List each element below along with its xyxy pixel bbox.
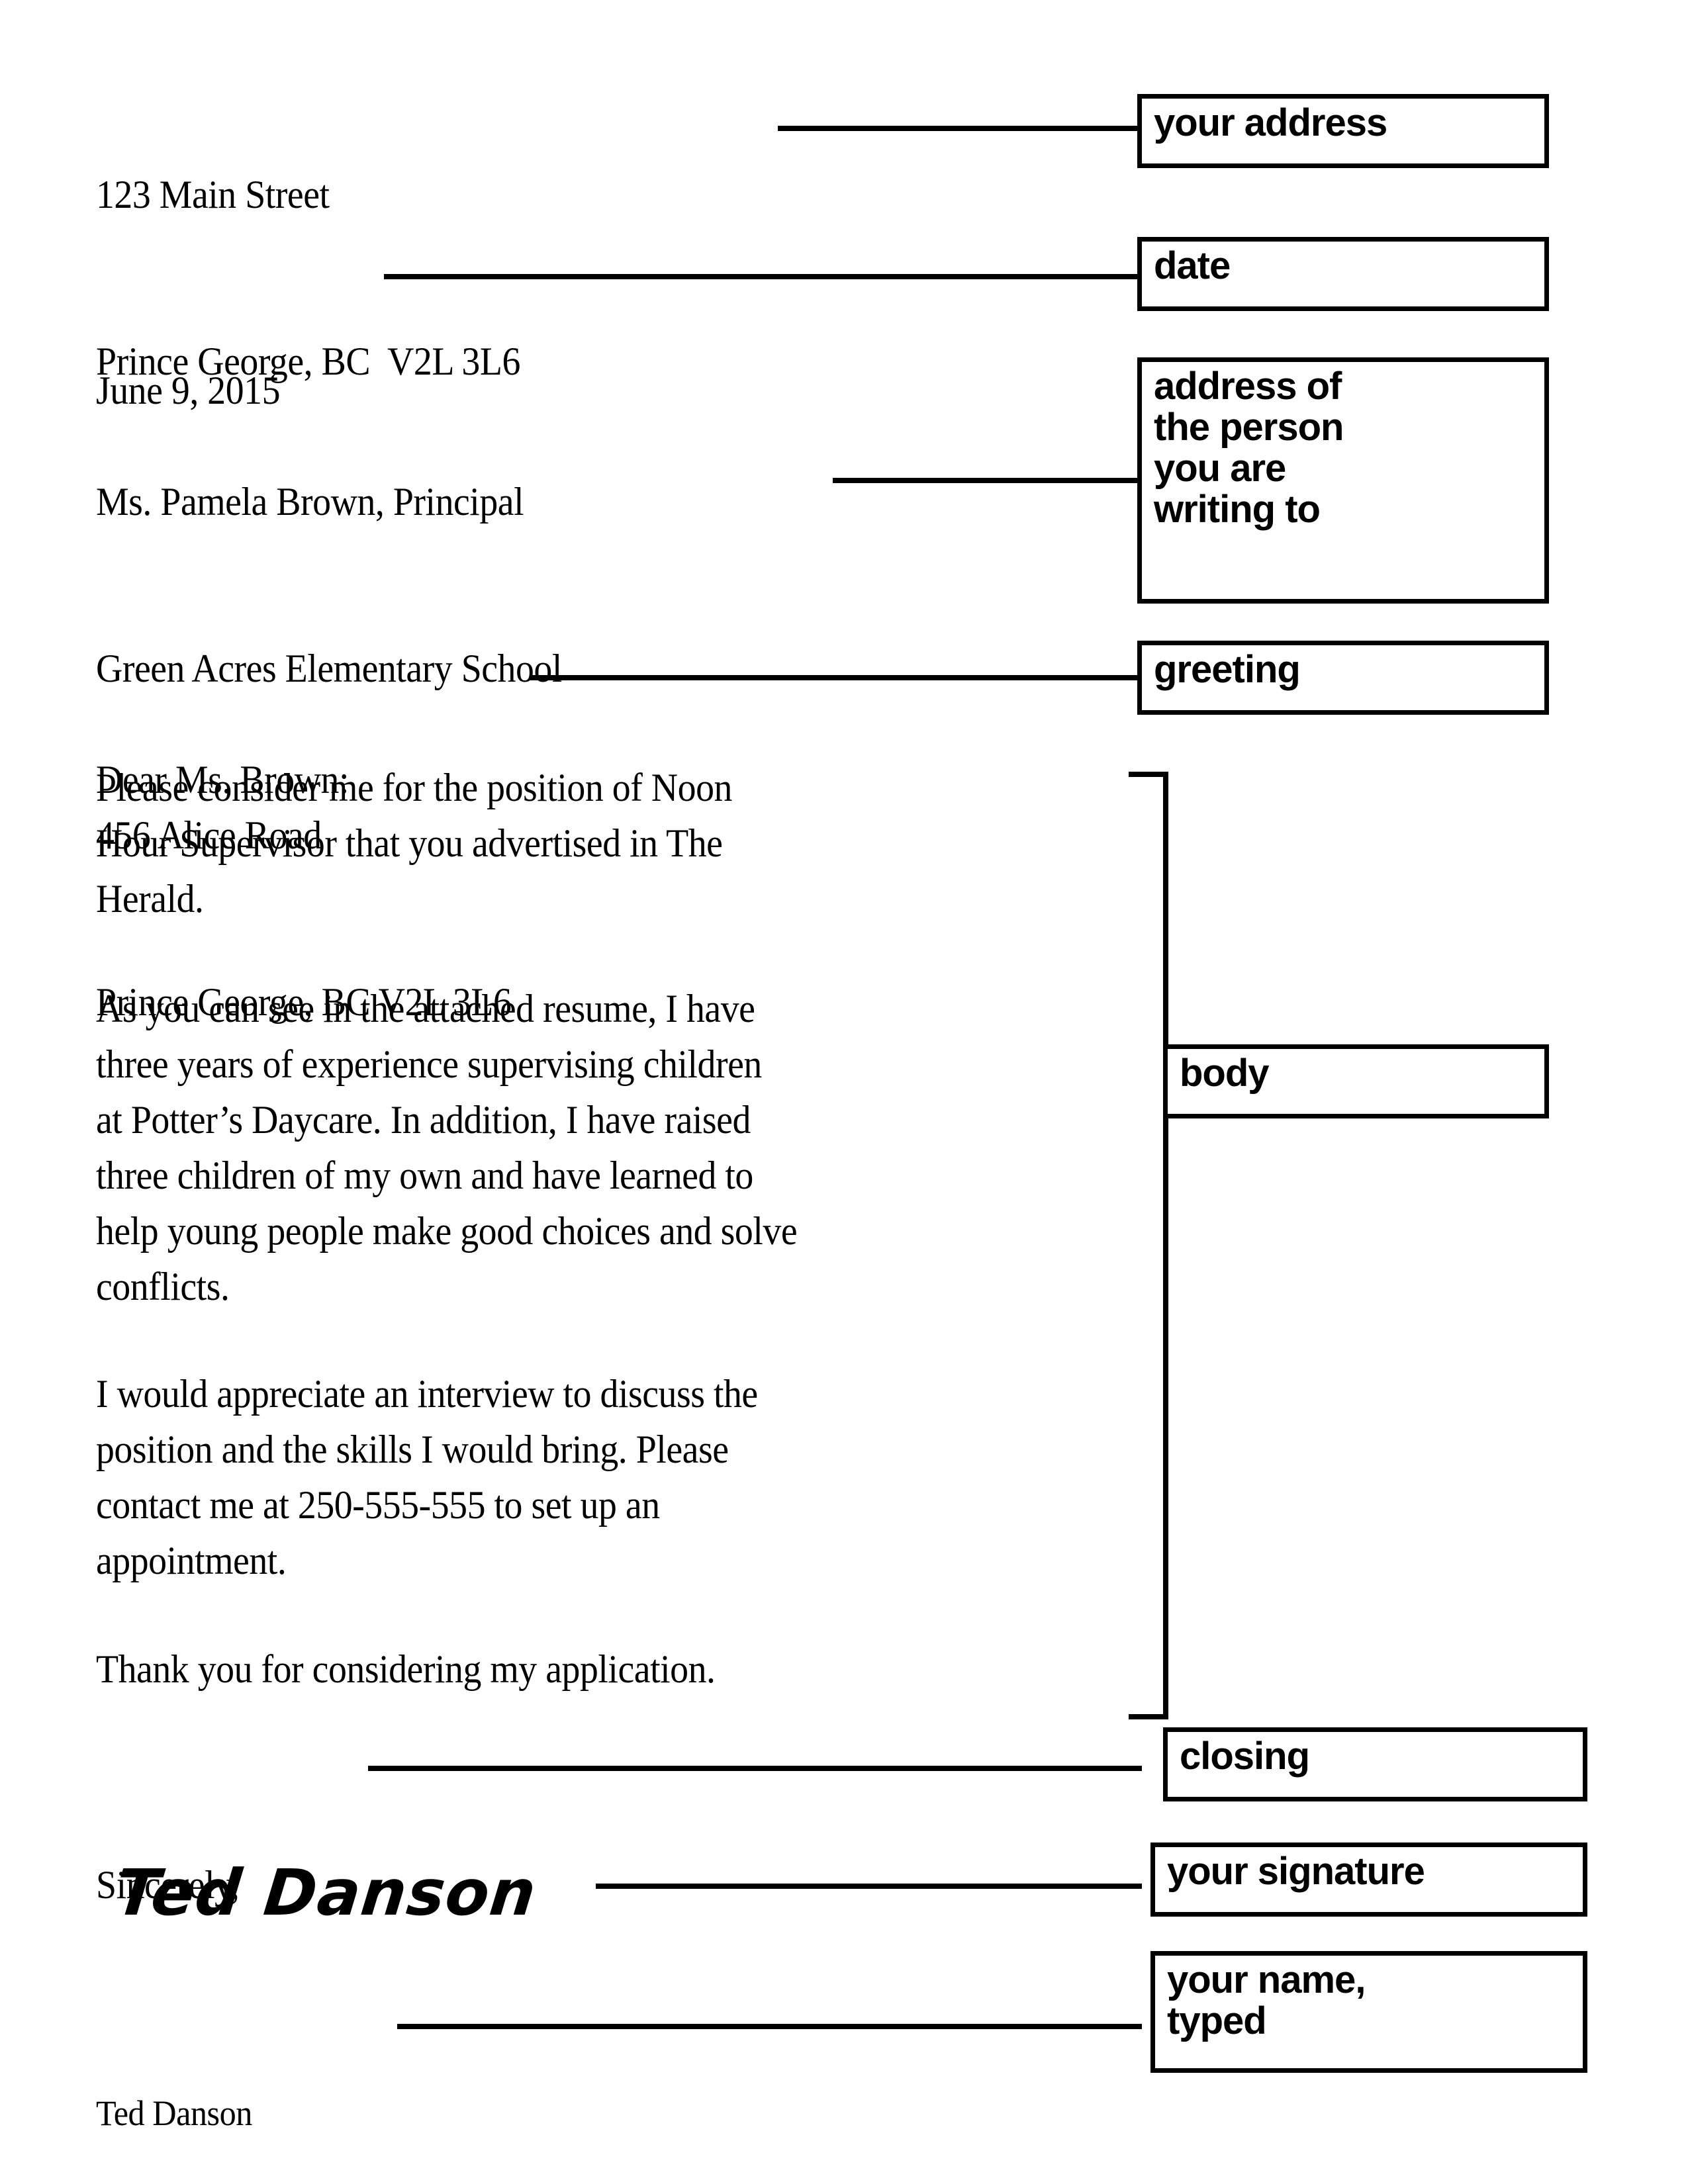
label-box-your-address: your address xyxy=(1137,94,1549,168)
body-paragraph-1: Please consider me for the position of N… xyxy=(96,766,732,921)
label-your-address-line-1: your address xyxy=(1154,101,1387,144)
body-paragraph-4: Thank you for considering my application… xyxy=(96,1647,716,1691)
handwritten-signature: Ted Danson xyxy=(112,1856,540,1930)
body-bracket-bottom-tick xyxy=(1129,1714,1168,1719)
body-bracket-top-tick xyxy=(1129,772,1168,777)
label-box-recipient-address: address of the person you are writing to xyxy=(1137,357,1549,604)
label-recipient-address-line-1: address of xyxy=(1154,365,1342,408)
label-body-line-1: body xyxy=(1180,1052,1270,1095)
label-typed-name-line-1: your name, xyxy=(1167,1958,1366,2001)
label-box-body: body xyxy=(1163,1044,1549,1118)
letter-diagram-page: 123 Main Street Prince George, BC V2L 3L… xyxy=(0,0,1688,2184)
label-box-signature: your signature xyxy=(1150,1843,1587,1917)
label-box-greeting: greeting xyxy=(1137,641,1549,715)
label-box-closing: closing xyxy=(1163,1727,1587,1801)
leader-line-recipient-address xyxy=(833,478,1141,483)
leader-line-closing-long xyxy=(368,1766,1141,1771)
label-box-typed-name: your name, typed xyxy=(1150,1951,1587,2073)
sender-address-line-1: 123 Main Street xyxy=(96,173,330,216)
label-recipient-address-line-3: you are xyxy=(1154,447,1286,490)
leader-line-date xyxy=(384,274,1141,279)
label-date-line-1: date xyxy=(1154,244,1231,287)
body-bracket-vertical xyxy=(1163,772,1168,1719)
label-greeting-line-1: greeting xyxy=(1154,648,1301,691)
body-paragraph-3: I would appreciate an interview to discu… xyxy=(96,1372,758,1582)
label-typed-name-line-2: typed xyxy=(1167,1999,1267,2042)
leader-line-signature-long xyxy=(596,1884,1141,1889)
label-box-date: date xyxy=(1137,237,1549,311)
typed-name-line: Ted Danson xyxy=(96,2093,252,2133)
label-closing-line-1: closing xyxy=(1180,1735,1310,1778)
leader-line-your-address xyxy=(778,126,1141,131)
leader-line-typed-name-long xyxy=(397,2024,1141,2029)
label-recipient-address-line-4: writing to xyxy=(1154,488,1321,531)
label-recipient-address-line-2: the person xyxy=(1154,406,1344,449)
leader-line-greeting xyxy=(530,675,1141,680)
body-paragraph-2: As you can see in the attached resume, I… xyxy=(96,987,798,1308)
label-signature-line-1: your signature xyxy=(1167,1850,1425,1893)
